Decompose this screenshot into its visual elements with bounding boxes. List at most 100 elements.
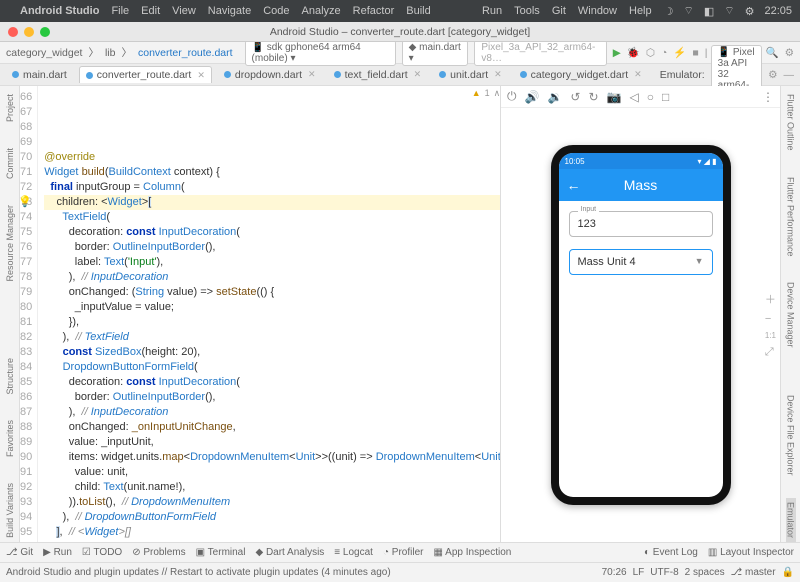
- tool-device-manager[interactable]: Device Manager: [786, 278, 796, 352]
- menu-refactor[interactable]: Refactor: [353, 5, 395, 17]
- menu-help[interactable]: Help: [629, 5, 652, 17]
- bottom-run[interactable]: ▶ Run: [43, 547, 72, 558]
- tool-commit[interactable]: Commit: [5, 144, 15, 183]
- tool-build-variants[interactable]: Build Variants: [5, 479, 15, 542]
- emu-screenshot-icon[interactable]: 📷: [607, 90, 622, 104]
- emu-power-icon[interactable]: ⏻: [507, 89, 517, 104]
- status-bar: Android Studio and plugin updates // Res…: [0, 562, 800, 582]
- menu-edit[interactable]: Edit: [141, 5, 160, 17]
- tool-resource-manager[interactable]: Resource Manager: [5, 201, 15, 286]
- tab-category-widget[interactable]: category_widget.dart✕: [514, 67, 648, 83]
- profile-icon[interactable]: ◔: [661, 47, 667, 59]
- app-name[interactable]: Android Studio: [20, 5, 99, 17]
- tool-favorites[interactable]: Favorites: [5, 416, 15, 461]
- bottom-terminal[interactable]: ▣ Terminal: [196, 547, 246, 558]
- emulator-selector[interactable]: Pixel_3a_API_32_arm64-v8…: [474, 40, 606, 66]
- warning-icon[interactable]: ▲: [472, 86, 481, 101]
- tool-emulator[interactable]: Emulator: [786, 498, 796, 542]
- menu-build[interactable]: Build: [406, 5, 430, 17]
- bottom-todo[interactable]: ☑ TODO: [82, 547, 122, 558]
- emu-volup-icon[interactable]: 🔊: [525, 90, 540, 104]
- bottom-profiler[interactable]: ◔ Profiler: [383, 547, 424, 558]
- tab-unit[interactable]: unit.dart✕: [433, 67, 508, 83]
- emu-rotate-right-icon[interactable]: ↻: [588, 90, 598, 104]
- run-config-selector[interactable]: ◆ main.dart ▾: [402, 40, 469, 66]
- debug-icon[interactable]: 🐞: [627, 46, 640, 59]
- tab-dropdown[interactable]: dropdown.dart✕: [218, 67, 322, 83]
- run-icon[interactable]: ▶: [613, 47, 621, 59]
- bottom-logcat[interactable]: ≡ Logcat: [334, 547, 373, 558]
- zoom-in-icon[interactable]: ＋: [765, 291, 776, 307]
- tool-flutter-outline[interactable]: Flutter Outline: [786, 90, 796, 155]
- emu-home-icon[interactable]: ○: [647, 90, 654, 104]
- settings-icon[interactable]: ⚙: [785, 47, 794, 59]
- code-editor[interactable]: 6667686970717273747576777879808182838485…: [20, 86, 500, 542]
- status-caret-pos[interactable]: 70:26: [602, 567, 627, 578]
- battery-icon[interactable]: ◧: [704, 5, 714, 18]
- emulator-settings-icon[interactable]: ⚙: [768, 69, 777, 81]
- bottom-event-log[interactable]: ◐ Event Log: [644, 547, 698, 558]
- tab-converter-route[interactable]: converter_route.dart✕: [79, 66, 212, 83]
- back-arrow-icon[interactable]: ←: [567, 177, 581, 193]
- coverage-icon[interactable]: ⬡: [646, 47, 655, 59]
- code-area[interactable]: ▲1 ∧ ∨ @overrideWidget build(BuildContex…: [38, 86, 500, 542]
- emu-back-icon[interactable]: ◁: [629, 90, 638, 104]
- emu-more-icon[interactable]: ⋮: [762, 90, 774, 104]
- tool-project[interactable]: Project: [5, 90, 15, 126]
- main-content: Project Commit Resource Manager Structur…: [0, 86, 800, 542]
- status-lock-icon[interactable]: 🔒: [782, 567, 794, 578]
- search-icon[interactable]: 🔍: [766, 46, 779, 59]
- tool-flutter-performance[interactable]: Flutter Performance: [786, 173, 796, 261]
- status-indent[interactable]: 2 spaces: [685, 567, 725, 578]
- tool-device-file-explorer[interactable]: Device File Explorer: [786, 391, 796, 480]
- bottom-problems[interactable]: ⊘ Problems: [132, 547, 185, 558]
- close-window-icon[interactable]: [8, 27, 18, 37]
- tab-text-field[interactable]: text_field.dart✕: [328, 67, 428, 83]
- emu-overview-icon[interactable]: □: [662, 90, 669, 104]
- zoom-reset-icon[interactable]: ⤢: [765, 346, 776, 359]
- caret-up-icon[interactable]: ∧: [494, 86, 500, 101]
- wifi-icon[interactable]: ⌔: [724, 4, 734, 18]
- menu-analyze[interactable]: Analyze: [302, 5, 341, 17]
- bottom-git[interactable]: ⎇ Git: [6, 547, 33, 558]
- device-screen[interactable]: 10:05 ▾ ◢ ▮ ← Mass Input 123 Mass Unit: [559, 153, 723, 497]
- menu-git[interactable]: Git: [552, 5, 566, 17]
- status-line-sep[interactable]: LF: [633, 567, 645, 578]
- device-selector[interactable]: 📱 sdk gphone64 arm64 (mobile) ▾: [245, 40, 396, 66]
- menu-window[interactable]: Window: [578, 5, 617, 17]
- menu-navigate[interactable]: Navigate: [208, 5, 251, 17]
- status-message[interactable]: Android Studio and plugin updates // Res…: [6, 567, 391, 578]
- tab-main[interactable]: main.dart: [6, 67, 73, 83]
- menu-view[interactable]: View: [172, 5, 196, 17]
- emulator-hide-icon[interactable]: —: [784, 69, 795, 81]
- menu-code[interactable]: Code: [263, 5, 289, 17]
- zoom-window-icon[interactable]: [40, 27, 50, 37]
- minimize-window-icon[interactable]: [24, 27, 34, 37]
- input-field[interactable]: Input 123: [569, 211, 713, 237]
- close-icon[interactable]: ✕: [197, 70, 205, 81]
- breadcrumb-project[interactable]: category_widget: [6, 47, 82, 59]
- emu-voldown-icon[interactable]: 🔉: [547, 90, 562, 104]
- dnd-icon[interactable]: ☽: [664, 5, 674, 18]
- bottom-dart-analysis[interactable]: ◆ Dart Analysis: [255, 547, 324, 558]
- clock[interactable]: 22:05: [764, 5, 792, 17]
- window-title: Android Studio – converter_route.dart [c…: [270, 26, 530, 38]
- control-center-icon[interactable]: ⚙: [745, 5, 755, 18]
- bottom-app-inspection[interactable]: ▦ App Inspection: [433, 547, 511, 558]
- breadcrumb-folder[interactable]: lib: [105, 47, 116, 59]
- zoom-out-icon[interactable]: −: [765, 313, 776, 325]
- bottom-layout-inspector[interactable]: ▥ Layout Inspector: [708, 547, 794, 558]
- zoom-fit-icon[interactable]: 1:1: [765, 331, 776, 340]
- breadcrumb-file[interactable]: converter_route.dart: [138, 47, 233, 59]
- unit-dropdown[interactable]: Mass Unit 4 ▼: [569, 249, 713, 275]
- hot-reload-icon[interactable]: ⚡: [673, 46, 686, 59]
- menu-run[interactable]: Run: [482, 5, 502, 17]
- menu-file[interactable]: File: [111, 5, 129, 17]
- tool-structure[interactable]: Structure: [5, 354, 15, 399]
- bluetooth-icon[interactable]: ⌔: [684, 4, 694, 18]
- stop-icon[interactable]: ■: [692, 47, 698, 59]
- status-encoding[interactable]: UTF-8: [650, 567, 678, 578]
- emu-rotate-left-icon[interactable]: ↺: [570, 90, 580, 104]
- status-branch[interactable]: ⎇ master: [731, 567, 776, 578]
- menu-tools[interactable]: Tools: [514, 5, 540, 17]
